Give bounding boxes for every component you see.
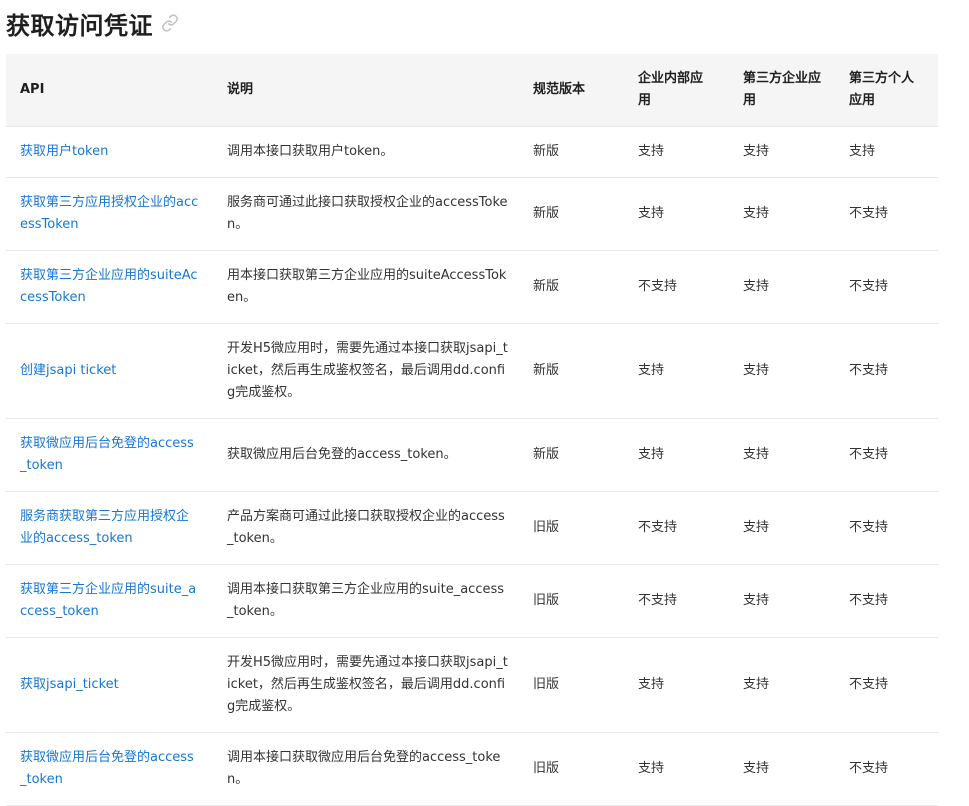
api-cell: 获取第三方应用授权企业的accessToken	[6, 177, 213, 251]
internal-support-cell: 支持	[624, 637, 729, 733]
table-row: 获取微应用后台免登的access_token 调用本接口获取微应用后台免登的ac…	[6, 732, 938, 806]
title-row: 获取访问凭证	[6, 0, 938, 46]
description-cell: 开发H5微应用时，需要先通过本接口获取jsapi_ticket，然后再生成鉴权签…	[213, 323, 519, 419]
description-cell: 获取微应用后台免登的access_token。	[213, 418, 519, 492]
third-enterprise-support-cell: 支持	[729, 323, 835, 419]
page-title: 获取访问凭证	[6, 11, 153, 40]
third-enterprise-support-cell: 支持	[729, 564, 835, 638]
api-table: API 说明 规范版本 企业内部应用 第三方企业应用 第三方个人应用 获取用户t…	[6, 54, 938, 806]
version-cell: 旧版	[519, 491, 624, 565]
description-cell: 调用本接口获取第三方企业应用的suite_access_token。	[213, 564, 519, 638]
api-link[interactable]: 获取微应用后台免登的access_token	[20, 436, 194, 473]
version-cell: 旧版	[519, 564, 624, 638]
api-cell: 服务商获取第三方应用授权企业的access_token	[6, 491, 213, 565]
table-row: 获取第三方企业应用的suite_access_token 调用本接口获取第三方企…	[6, 564, 938, 638]
table-row: 获取用户token 调用本接口获取用户token。 新版 支持 支持 支持	[6, 126, 938, 178]
api-link[interactable]: 创建jsapi ticket	[20, 363, 116, 378]
third-enterprise-support-cell: 支持	[729, 250, 835, 324]
link-icon[interactable]	[159, 12, 181, 34]
third-personal-support-cell: 不支持	[835, 564, 938, 638]
description-cell: 服务商可通过此接口获取授权企业的accessToken。	[213, 177, 519, 251]
api-cell: 创建jsapi ticket	[6, 323, 213, 419]
version-cell: 旧版	[519, 732, 624, 806]
api-cell: 获取第三方企业应用的suiteAccessToken	[6, 250, 213, 324]
third-enterprise-support-cell: 支持	[729, 637, 835, 733]
api-link[interactable]: 获取第三方应用授权企业的accessToken	[20, 195, 198, 232]
table-row: 获取jsapi_ticket 开发H5微应用时，需要先通过本接口获取jsapi_…	[6, 637, 938, 733]
header-third-personal-app: 第三方个人应用	[835, 54, 938, 127]
description-cell: 用本接口获取第三方企业应用的suiteAccessToken。	[213, 250, 519, 324]
api-link[interactable]: 获取微应用后台免登的access_token	[20, 750, 194, 787]
api-link[interactable]: 获取第三方企业应用的suite_access_token	[20, 582, 196, 619]
header-api: API	[6, 54, 213, 127]
third-personal-support-cell: 不支持	[835, 491, 938, 565]
api-cell: 获取第三方企业应用的suite_access_token	[6, 564, 213, 638]
header-version: 规范版本	[519, 54, 624, 127]
version-cell: 新版	[519, 323, 624, 419]
api-cell: 获取用户token	[6, 126, 213, 178]
api-link[interactable]: 获取jsapi_ticket	[20, 677, 119, 692]
description-cell: 开发H5微应用时，需要先通过本接口获取jsapi_ticket，然后再生成鉴权签…	[213, 637, 519, 733]
internal-support-cell: 不支持	[624, 250, 729, 324]
third-enterprise-support-cell: 支持	[729, 491, 835, 565]
api-link[interactable]: 获取用户token	[20, 144, 108, 159]
api-table-wrap: API 说明 规范版本 企业内部应用 第三方企业应用 第三方个人应用 获取用户t…	[6, 54, 938, 806]
third-enterprise-support-cell: 支持	[729, 418, 835, 492]
internal-support-cell: 支持	[624, 323, 729, 419]
header-description: 说明	[213, 54, 519, 127]
table-header-row: API 说明 规范版本 企业内部应用 第三方企业应用 第三方个人应用	[6, 54, 938, 127]
internal-support-cell: 支持	[624, 418, 729, 492]
table-row: 创建jsapi ticket 开发H5微应用时，需要先通过本接口获取jsapi_…	[6, 323, 938, 419]
api-cell: 获取jsapi_ticket	[6, 637, 213, 733]
internal-support-cell: 支持	[624, 126, 729, 178]
third-enterprise-support-cell: 支持	[729, 177, 835, 251]
header-third-enterprise-app: 第三方企业应用	[729, 54, 835, 127]
table-row: 获取第三方应用授权企业的accessToken 服务商可通过此接口获取授权企业的…	[6, 177, 938, 251]
third-personal-support-cell: 不支持	[835, 637, 938, 733]
third-enterprise-support-cell: 支持	[729, 732, 835, 806]
description-cell: 产品方案商可通过此接口获取授权企业的access_token。	[213, 491, 519, 565]
internal-support-cell: 不支持	[624, 564, 729, 638]
header-internal-app: 企业内部应用	[624, 54, 729, 127]
version-cell: 新版	[519, 126, 624, 178]
table-row: 获取微应用后台免登的access_token 获取微应用后台免登的access_…	[6, 418, 938, 492]
description-cell: 调用本接口获取微应用后台免登的access_token。	[213, 732, 519, 806]
third-personal-support-cell: 不支持	[835, 732, 938, 806]
version-cell: 旧版	[519, 637, 624, 733]
api-link[interactable]: 服务商获取第三方应用授权企业的access_token	[20, 509, 189, 546]
version-cell: 新版	[519, 177, 624, 251]
internal-support-cell: 支持	[624, 177, 729, 251]
version-cell: 新版	[519, 418, 624, 492]
third-enterprise-support-cell: 支持	[729, 126, 835, 178]
third-personal-support-cell: 不支持	[835, 177, 938, 251]
internal-support-cell: 不支持	[624, 491, 729, 565]
third-personal-support-cell: 不支持	[835, 418, 938, 492]
internal-support-cell: 支持	[624, 732, 729, 806]
third-personal-support-cell: 不支持	[835, 250, 938, 324]
table-row: 服务商获取第三方应用授权企业的access_token 产品方案商可通过此接口获…	[6, 491, 938, 565]
version-cell: 新版	[519, 250, 624, 324]
api-link[interactable]: 获取第三方企业应用的suiteAccessToken	[20, 268, 198, 305]
api-cell: 获取微应用后台免登的access_token	[6, 732, 213, 806]
api-cell: 获取微应用后台免登的access_token	[6, 418, 213, 492]
third-personal-support-cell: 支持	[835, 126, 938, 178]
table-row: 获取第三方企业应用的suiteAccessToken 用本接口获取第三方企业应用…	[6, 250, 938, 324]
doc-page: 获取访问凭证	[6, 0, 938, 46]
third-personal-support-cell: 不支持	[835, 323, 938, 419]
description-cell: 调用本接口获取用户token。	[213, 126, 519, 178]
